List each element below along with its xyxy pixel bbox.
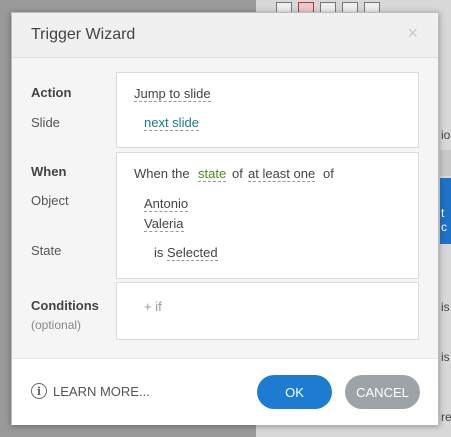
background-selection	[440, 150, 451, 176]
dialog-title: Trigger Wizard	[31, 26, 136, 43]
dialog-header: Trigger Wizard ×	[12, 13, 438, 58]
conditions-optional-label: (optional)	[31, 318, 82, 332]
conditions-box: + if	[116, 282, 419, 340]
background-text: io	[441, 128, 451, 142]
when-quantifier-dropdown[interactable]: at least one	[248, 166, 316, 182]
learn-more-link[interactable]: i LEARN MORE...	[31, 383, 150, 399]
background-text: is	[441, 300, 450, 314]
slide-dropdown[interactable]: next slide	[144, 115, 199, 131]
object-item[interactable]: Antonio	[144, 196, 189, 212]
when-box: When the state of at least one of Antoni…	[116, 152, 419, 279]
action-dropdown[interactable]: Jump to slide	[134, 86, 211, 102]
action-box: Jump to slide next slide	[116, 72, 419, 148]
when-suffix-text: of	[323, 166, 334, 181]
when-of-text: of	[232, 166, 243, 181]
object-item[interactable]: Valeria	[144, 216, 184, 232]
ok-button[interactable]: OK	[257, 375, 332, 409]
learn-more-label: LEARN MORE...	[53, 383, 150, 399]
dialog-footer: i LEARN MORE... OK CANCEL	[12, 358, 438, 425]
conditions-label: Conditions	[31, 298, 99, 313]
background-text: is	[441, 350, 450, 364]
trigger-wizard-dialog: Trigger Wizard × Action Slide Jump to sl…	[11, 12, 439, 425]
background-text: t c	[441, 206, 447, 234]
cancel-button[interactable]: CANCEL	[345, 375, 420, 409]
background-text: re	[441, 410, 451, 424]
object-label: Object	[31, 193, 69, 208]
when-prefix-text: When the	[134, 166, 190, 181]
info-icon: i	[31, 383, 47, 399]
state-label: State	[31, 243, 62, 258]
when-state-dropdown[interactable]: state	[198, 166, 227, 182]
add-condition-button[interactable]: + if	[144, 299, 162, 314]
when-label: When	[31, 164, 67, 179]
slide-label: Slide	[31, 115, 60, 130]
action-label: Action	[31, 85, 72, 100]
close-icon[interactable]: ×	[407, 23, 418, 44]
state-is-text: is	[154, 245, 164, 260]
state-value-dropdown[interactable]: Selected	[167, 245, 218, 261]
dialog-body: Action Slide Jump to slide next slide Wh…	[12, 58, 438, 358]
